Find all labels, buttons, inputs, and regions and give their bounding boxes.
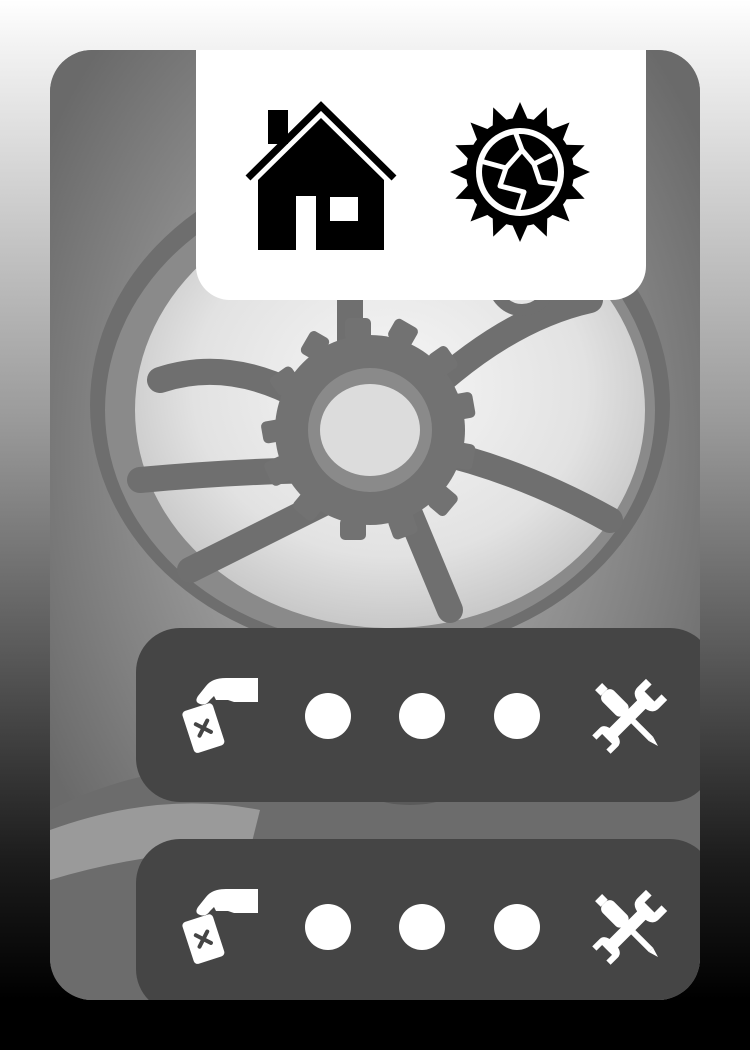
pip — [494, 904, 540, 950]
ability-row-1 — [136, 628, 700, 802]
game-card — [50, 50, 700, 1000]
hand-card-icon — [182, 889, 258, 964]
tools-icon — [592, 889, 668, 965]
pip — [399, 904, 445, 950]
home-icon — [245, 101, 397, 252]
pip — [305, 904, 351, 950]
pip — [494, 693, 540, 739]
pip — [399, 693, 445, 739]
tools-icon — [592, 678, 668, 754]
broken-sun-icon — [450, 102, 590, 242]
pip — [305, 693, 351, 739]
top-icon-panel — [196, 50, 646, 300]
ability-row-2 — [136, 839, 700, 1000]
hand-card-icon — [182, 678, 258, 753]
